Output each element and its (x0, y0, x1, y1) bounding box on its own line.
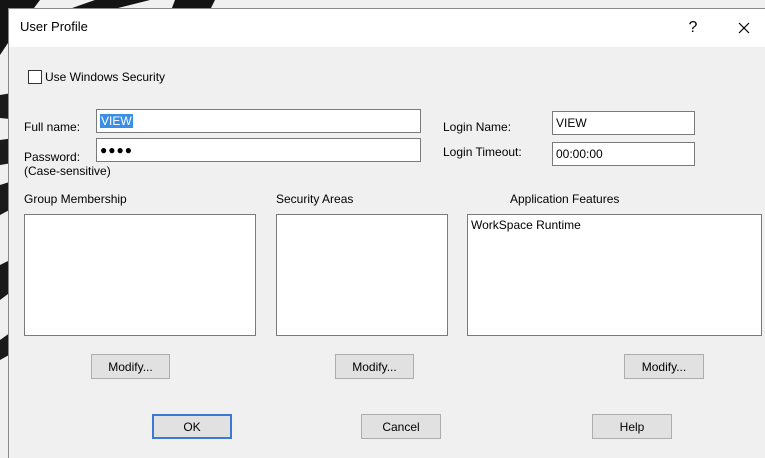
title-bar: User Profile ? (9, 9, 765, 47)
close-button[interactable] (724, 13, 764, 43)
application-features-modify-button[interactable]: Modify... (624, 354, 704, 379)
group-membership-label: Group Membership (24, 192, 127, 206)
login-name-field[interactable]: VIEW (552, 111, 695, 135)
application-features-label: Application Features (510, 192, 620, 206)
ok-button[interactable]: OK (152, 414, 232, 439)
login-timeout-label: Login Timeout: (443, 145, 522, 159)
login-name-value: VIEW (556, 116, 587, 130)
login-timeout-value: 00:00:00 (556, 147, 603, 161)
group-membership-modify-button[interactable]: Modify... (91, 354, 170, 379)
password-field[interactable]: ●●●● (96, 138, 421, 162)
security-areas-list[interactable] (276, 214, 448, 336)
cancel-button[interactable]: Cancel (361, 414, 441, 439)
user-profile-dialog: User Profile ? Use Windows Security Full… (8, 8, 765, 458)
security-areas-modify-button[interactable]: Modify... (335, 354, 414, 379)
use-windows-security-label: Use Windows Security (45, 70, 166, 84)
application-features-list[interactable]: WorkSpace Runtime (467, 214, 762, 336)
question-icon: ? (688, 19, 698, 36)
close-icon (738, 22, 750, 34)
use-windows-security-checkbox[interactable] (28, 70, 42, 84)
list-item[interactable]: WorkSpace Runtime (471, 218, 758, 232)
group-membership-list[interactable] (24, 214, 256, 336)
password-hint: (Case-sensitive) (24, 164, 111, 178)
full-name-field[interactable]: VIEW (96, 109, 421, 133)
help-button[interactable]: Help (592, 414, 672, 439)
login-timeout-field[interactable]: 00:00:00 (552, 142, 695, 166)
login-name-label: Login Name: (443, 120, 512, 134)
help-question-button[interactable]: ? (673, 13, 713, 43)
password-label: Password: (24, 150, 81, 164)
window-title: User Profile (20, 19, 88, 34)
full-name-label: Full name: (24, 120, 81, 134)
full-name-value: VIEW (100, 114, 133, 128)
password-masked-value: ●●●● (100, 143, 133, 157)
security-areas-label: Security Areas (276, 192, 354, 206)
